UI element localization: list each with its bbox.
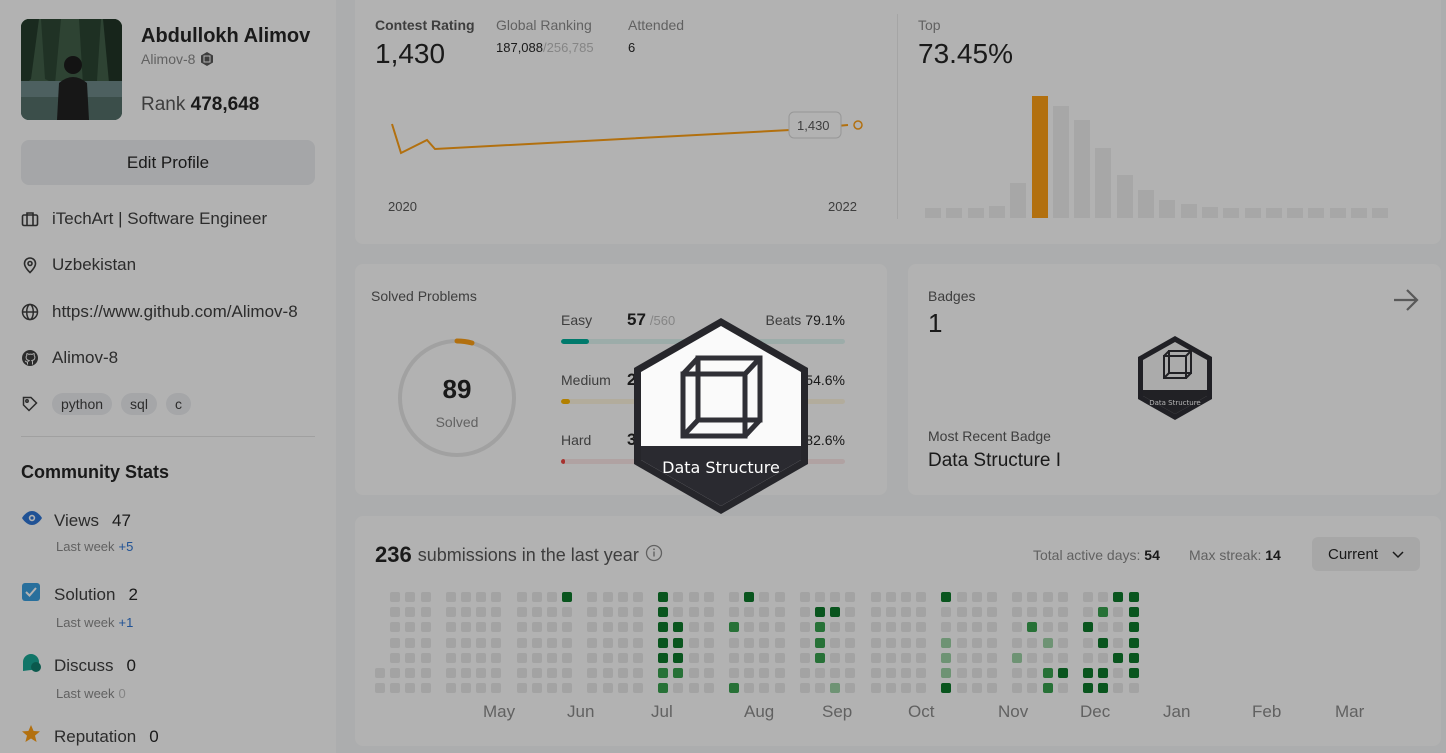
badge-modal-text: Data Structure — [662, 458, 780, 477]
arrow-right-icon[interactable] — [1392, 286, 1420, 314]
badge-modal-image: Data Structure — [634, 318, 808, 514]
